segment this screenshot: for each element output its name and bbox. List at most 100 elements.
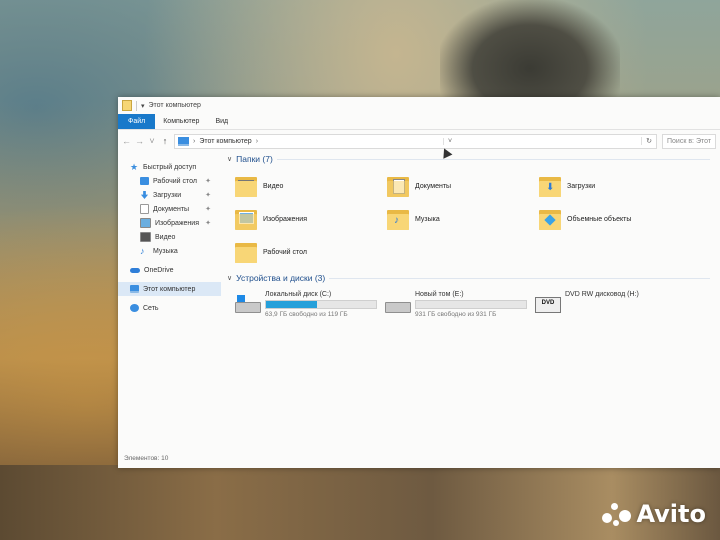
- quick-access-new-folder-icon[interactable]: [122, 100, 132, 111]
- this-pc-icon: [178, 136, 189, 146]
- back-arrow-icon[interactable]: ←: [122, 136, 131, 146]
- folder-label: Музыка: [415, 215, 440, 223]
- documents-folder-icon: [387, 174, 409, 198]
- folder-music[interactable]: ♪ Музыка: [387, 204, 440, 234]
- titlebar-divider: [136, 100, 137, 111]
- drive-h[interactable]: DVD DVD RW дисковод (H:): [535, 291, 639, 313]
- group-divider: [329, 277, 710, 279]
- folder-desktop[interactable]: Рабочий стол: [235, 237, 307, 267]
- music-icon: ♪: [140, 246, 145, 256]
- 3d-objects-folder-icon: [539, 207, 561, 231]
- onedrive-icon: [130, 267, 140, 273]
- desktop-icon: [140, 177, 149, 185]
- navigation-bar: ← → ˅ ↑ › Этот компьютер › ˅ ↻ Поиск в: …: [118, 130, 720, 152]
- drives-group-header[interactable]: ∨ Устройства и диски (3): [225, 271, 720, 285]
- tab-file[interactable]: Файл: [118, 114, 156, 129]
- folder-documents[interactable]: Документы: [387, 171, 451, 201]
- folders-grid: Видео Документы ⬇ Загрузки Изображения ♪…: [225, 171, 720, 271]
- drive-usage-fill: [266, 301, 317, 308]
- drive-name: Локальный диск (C:): [265, 291, 332, 298]
- drive-usage-bar: [265, 300, 377, 309]
- status-bar-count: Элементов: 10: [124, 455, 169, 462]
- folders-group-header[interactable]: ∨ Папки (7): [225, 152, 720, 166]
- sidebar-item-this-pc[interactable]: Этот компьютер: [118, 282, 221, 296]
- address-path[interactable]: Этот компьютер: [199, 138, 251, 145]
- folder-3d-objects[interactable]: Объемные объекты: [539, 204, 631, 234]
- sidebar-item-documents[interactable]: Документы ✦: [118, 202, 221, 216]
- group-divider: [276, 158, 710, 160]
- this-pc-icon: [130, 285, 139, 293]
- quick-access-dropdown-icon[interactable]: ▾: [141, 102, 145, 110]
- network-icon: [130, 304, 139, 312]
- sidebar-item-network[interactable]: Сеть: [118, 301, 221, 315]
- dvd-drive-icon: DVD: [535, 295, 561, 313]
- address-path-chevron-icon[interactable]: ›: [256, 138, 258, 145]
- forward-arrow-icon[interactable]: →: [135, 136, 144, 146]
- folder-videos[interactable]: Видео: [235, 171, 283, 201]
- avito-watermark-text: Avito: [636, 500, 706, 528]
- folder-label: Изображения: [263, 215, 307, 223]
- system-drive-icon: [235, 295, 261, 313]
- recent-locations-icon[interactable]: ˅: [148, 136, 156, 146]
- file-explorer-window: ▾ Этот компьютер Файл Компьютер Вид ← → …: [118, 97, 720, 468]
- download-icon: [140, 191, 149, 199]
- sidebar-item-label: OneDrive: [144, 266, 174, 274]
- window-title: Этот компьютер: [148, 102, 201, 109]
- up-arrow-icon[interactable]: ↑: [161, 136, 169, 146]
- drive-c[interactable]: Локальный диск (C:) 63,9 ГБ свободно из …: [235, 291, 377, 318]
- navigation-pane: ★ Быстрый доступ Рабочий стол ✦ Загрузки…: [118, 152, 221, 458]
- documents-icon: [140, 204, 149, 214]
- sidebar-item-onedrive[interactable]: OneDrive: [118, 263, 221, 277]
- tab-view[interactable]: Вид: [207, 114, 236, 129]
- pin-icon: ✦: [205, 206, 211, 213]
- downloads-folder-icon: ⬇: [539, 174, 561, 198]
- sidebar-item-label: Видео: [155, 233, 176, 241]
- collapse-caret-icon[interactable]: ∨: [227, 155, 232, 163]
- sidebar-item-downloads[interactable]: Загрузки ✦: [118, 188, 221, 202]
- title-bar: ▾ Этот компьютер: [118, 97, 720, 114]
- sidebar-item-label: Сеть: [143, 304, 159, 312]
- hard-drive-icon: [385, 295, 411, 313]
- folder-label: Объемные объекты: [567, 215, 632, 223]
- drive-name: DVD RW дисковод (H:): [565, 291, 639, 298]
- pin-icon: ✦: [205, 192, 211, 199]
- avito-logo-icon: [602, 501, 632, 527]
- sidebar-item-music[interactable]: ♪ Музыка: [118, 244, 221, 258]
- pin-icon: ✦: [205, 220, 211, 227]
- wallpaper-left-area: [0, 100, 128, 470]
- drive-e[interactable]: Новый том (E:) 931 ГБ свободно из 931 ГБ: [385, 291, 527, 318]
- sidebar-item-quick-access[interactable]: ★ Быстрый доступ: [118, 160, 221, 174]
- star-icon: ★: [130, 162, 139, 172]
- address-bar[interactable]: › Этот компьютер › ˅ ↻: [174, 133, 657, 149]
- collapse-caret-icon[interactable]: ∨: [227, 274, 232, 282]
- sidebar-item-desktop[interactable]: Рабочий стол ✦: [118, 174, 221, 188]
- main-pane: ∨ Папки (7) Видео Документы ⬇ Загрузки И…: [221, 146, 720, 458]
- drives-grid: Локальный диск (C:) 63,9 ГБ свободно из …: [225, 291, 720, 351]
- tab-computer[interactable]: Компьютер: [155, 114, 207, 129]
- search-input[interactable]: Поиск в: Этот: [662, 133, 716, 149]
- address-chevron-icon[interactable]: ›: [193, 138, 195, 145]
- drive-free-space: 931 ГБ свободно из 931 ГБ: [415, 311, 497, 318]
- folder-label: Рабочий стол: [263, 248, 307, 256]
- folder-label: Документы: [415, 182, 452, 190]
- refresh-icon[interactable]: ↻: [641, 137, 656, 145]
- folder-pictures[interactable]: Изображения: [235, 204, 307, 234]
- drive-usage-bar: [415, 300, 527, 309]
- sidebar-item-videos[interactable]: Видео: [118, 230, 221, 244]
- video-folder-icon: [235, 174, 257, 198]
- sidebar-item-label: Документы: [153, 205, 190, 213]
- sidebar-item-label: Рабочий стол: [153, 177, 197, 185]
- sidebar-item-label: Этот компьютер: [143, 285, 196, 293]
- folder-downloads[interactable]: ⬇ Загрузки: [539, 171, 595, 201]
- video-icon: [140, 232, 151, 242]
- pictures-folder-icon: [235, 207, 257, 231]
- address-dropdown-icon[interactable]: ˅: [443, 137, 456, 145]
- avito-watermark: Avito: [602, 500, 706, 528]
- sidebar-item-label: Быстрый доступ: [143, 163, 197, 171]
- pin-icon: ✦: [205, 178, 211, 185]
- sidebar-item-label: Загрузки: [153, 191, 182, 199]
- sidebar-item-pictures[interactable]: Изображения ✦: [118, 216, 221, 230]
- sidebar-item-label: Музыка: [153, 247, 178, 255]
- pictures-icon: [140, 218, 151, 228]
- search-placeholder: Поиск в: Этот: [667, 137, 712, 145]
